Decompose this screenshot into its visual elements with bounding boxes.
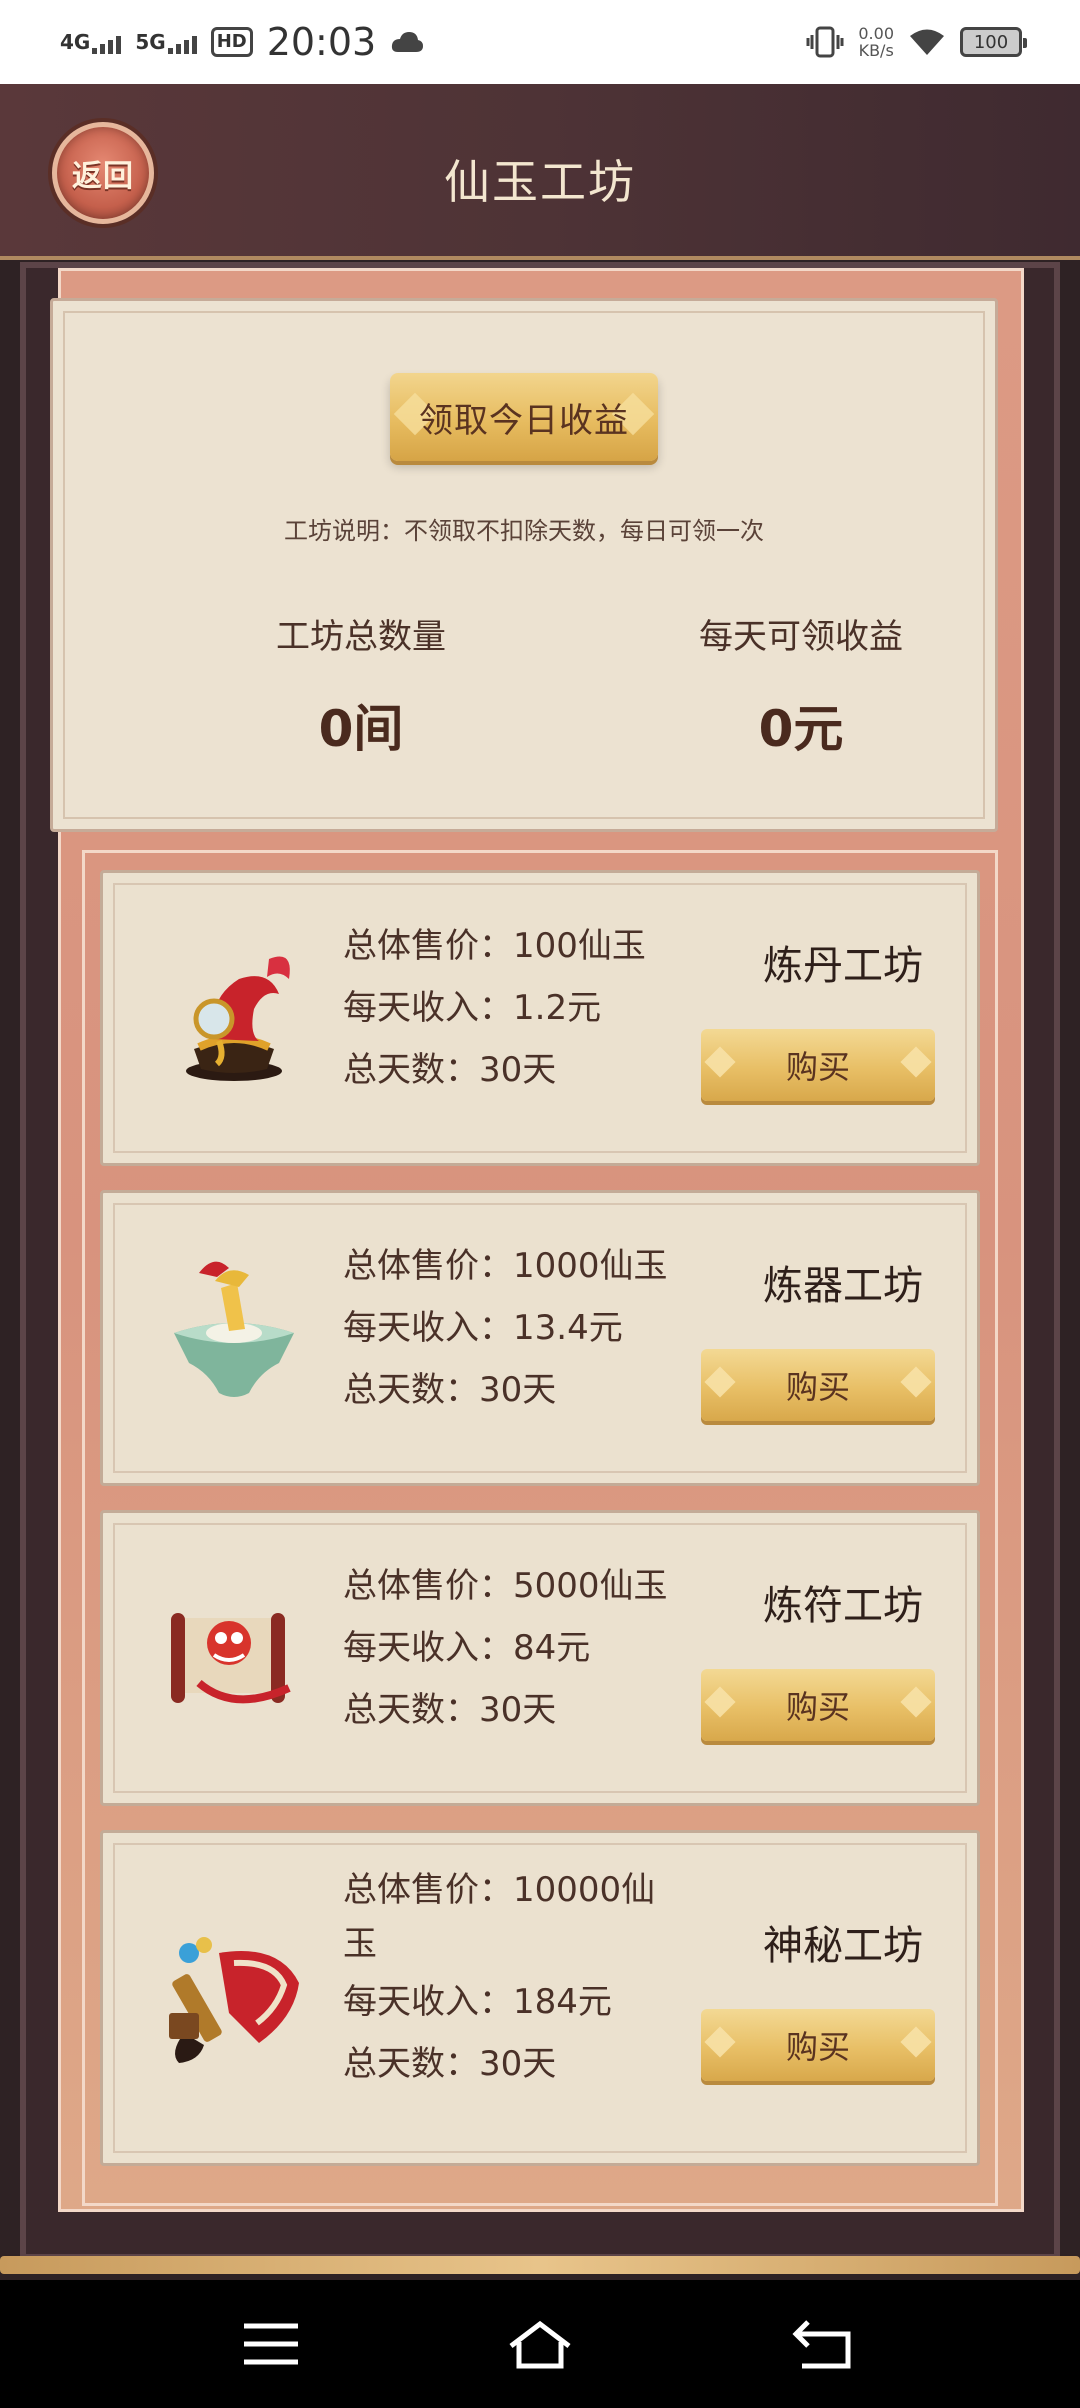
forge-anvil-icon [174, 1261, 294, 1397]
buy-button[interactable]: 购买 [701, 1669, 935, 1741]
alchemy-furnace-icon [186, 956, 290, 1081]
back-icon[interactable] [788, 2312, 858, 2376]
workshop-info: 总体售价：10000仙 玉 每天收入：184元 总天数：30天 [343, 1863, 655, 2095]
network-speed: 0.00 KB/s [858, 25, 894, 59]
daily-earnings-value: 0元 [758, 700, 844, 758]
home-icon[interactable] [505, 2312, 575, 2376]
income-text: 每天收入：13.4元 [343, 1308, 623, 1348]
workshop-name: 炼符工坊 [763, 1583, 923, 1629]
price-text: 总体售价：1000仙玉 [343, 1246, 668, 1286]
cloud-notification-icon [392, 32, 424, 52]
clock-time: 20:03 [266, 20, 377, 64]
daily-earnings-label: 每天可领收益 [699, 617, 903, 657]
speed-value: 0.00 [858, 24, 894, 43]
app-header: 返回 仙玉工坊 [0, 84, 1080, 260]
total-count-value: 0间 [318, 700, 404, 758]
income-text: 每天收入：1.2元 [343, 988, 602, 1028]
workshop-name: 炼器工坊 [763, 1263, 923, 1309]
system-nav-bar [0, 2280, 1080, 2408]
collect-button-label: 领取今日收益 [419, 400, 629, 441]
status-bar: 4G 5G HD 20:03 0.00 KB/s 100 [0, 0, 1080, 84]
buy-button-label: 购买 [785, 1368, 850, 1406]
status-right: 0.00 KB/s 100 [806, 25, 1027, 59]
buy-button-label: 购买 [785, 1048, 850, 1086]
workshop-info: 总体售价：1000仙玉 每天收入：13.4元 总天数：30天 [343, 1235, 668, 1421]
summary-card: 领取今日收益 工坊说明：不领取不扣除天数，每日可领一次 工坊总数量 0间 每天可… [50, 298, 998, 832]
wifi-icon [910, 29, 944, 55]
price-text-continued: 玉 [343, 1924, 377, 1964]
vibrate-icon [806, 26, 844, 58]
total-count-label: 工坊总数量 [276, 617, 446, 657]
collect-today-earnings-button[interactable]: 领取今日收益 [390, 373, 658, 461]
buy-button-label: 购买 [785, 2028, 850, 2066]
buy-button-label: 购买 [785, 1688, 850, 1726]
workshop-info: 总体售价：5000仙玉 每天收入：84元 总天数：30天 [343, 1555, 668, 1741]
status-left: 4G 5G HD 20:03 [60, 20, 424, 64]
mystic-brush-scroll-icon [169, 1937, 299, 2063]
days-text: 总天数：30天 [343, 2044, 557, 2084]
workshop-card-alchemy: 总体售价：100仙玉 每天收入：1.2元 总天数：30天 炼丹工坊 购买 [100, 870, 980, 1166]
battery-level: 100 [973, 31, 1009, 53]
income-text: 每天收入：84元 [343, 1628, 591, 1668]
workshop-info: 总体售价：100仙玉 每天收入：1.2元 总天数：30天 [343, 915, 646, 1101]
workshop-card-forge: 总体售价：1000仙玉 每天收入：13.4元 总天数：30天 炼器工坊 购买 [100, 1190, 980, 1486]
days-text: 总天数：30天 [343, 1690, 557, 1730]
network-type-label: 5G [135, 30, 166, 54]
days-text: 总天数：30天 [343, 1370, 557, 1410]
page-title: 仙玉工坊 [444, 155, 636, 209]
workshop-name: 神秘工坊 [763, 1923, 923, 1969]
workshop-card-mystic: 总体售价：10000仙 玉 每天收入：184元 总天数：30天 神秘工坊 购买 [100, 1830, 980, 2166]
buy-button[interactable]: 购买 [701, 1029, 935, 1101]
income-text: 每天收入：184元 [343, 1982, 612, 2022]
workshop-name: 炼丹工坊 [763, 943, 923, 989]
talisman-scroll-icon [171, 1613, 291, 1704]
price-text: 总体售价：5000仙玉 [343, 1566, 668, 1606]
menu-icon[interactable] [236, 2312, 306, 2376]
days-text: 总天数：30天 [343, 1050, 557, 1090]
signal-4g-icon: 4G [60, 30, 122, 54]
signal-5g-icon: 5G [135, 30, 197, 54]
battery-icon: 100 [960, 27, 1027, 57]
workshop-note: 工坊说明：不领取不扣除天数，每日可领一次 [284, 517, 764, 545]
network-type-label: 4G [60, 30, 91, 54]
buy-button[interactable]: 购买 [701, 1349, 935, 1421]
price-text: 总体售价：10000仙 [343, 1870, 656, 1910]
buy-button[interactable]: 购买 [701, 2009, 935, 2081]
speed-unit: KB/s [858, 41, 894, 60]
workshop-card-talisman: 总体售价：5000仙玉 每天收入：84元 总天数：30天 炼符工坊 购买 [100, 1510, 980, 1806]
price-text: 总体售价：100仙玉 [343, 926, 646, 966]
hd-voice-icon: HD [210, 27, 253, 57]
